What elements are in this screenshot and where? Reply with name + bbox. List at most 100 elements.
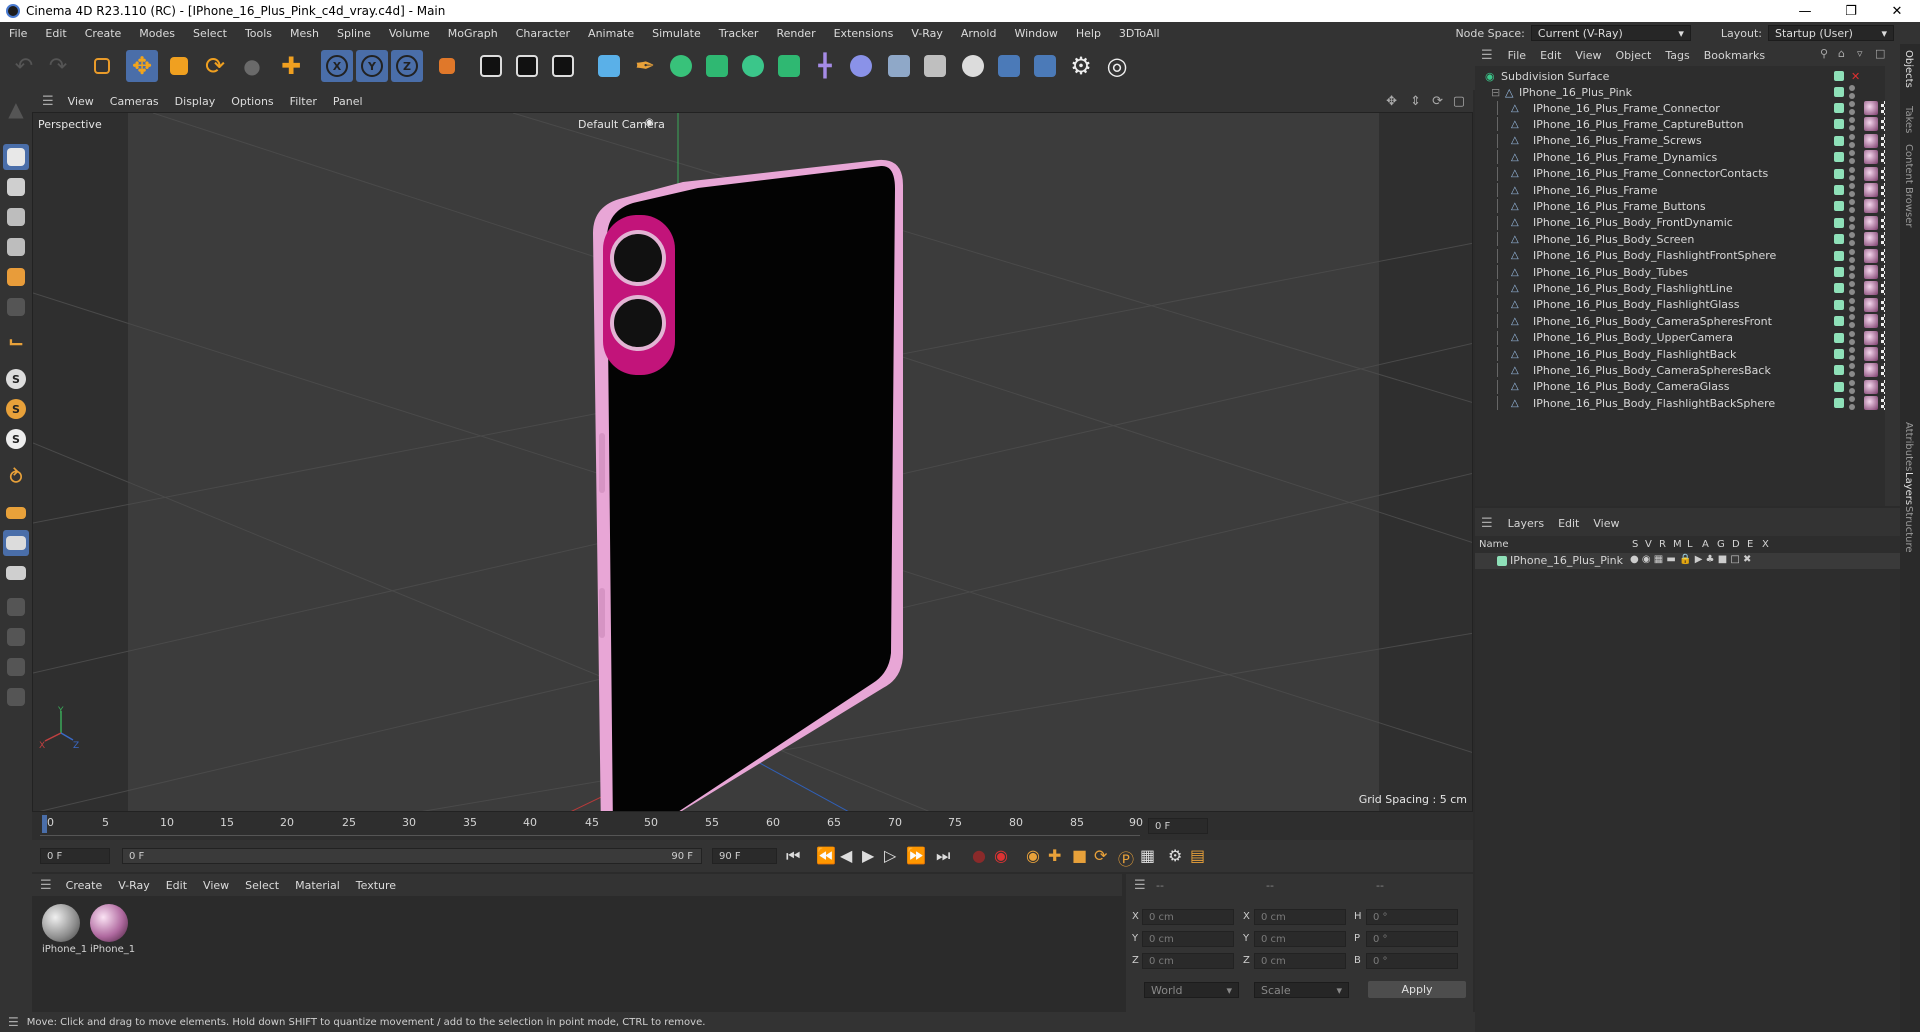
layer-flag-xref[interactable]: X (1762, 539, 1769, 550)
layer-color-swatch[interactable] (1834, 283, 1844, 294)
filter-icon[interactable]: ▿ (1857, 47, 1863, 60)
sculpt-grab-button[interactable] (3, 684, 29, 710)
timeline-window-icon[interactable]: ▤ (1190, 846, 1205, 865)
pen-spline-button[interactable]: ✒ (629, 50, 661, 82)
menu-render[interactable]: Render (767, 27, 824, 40)
transform-tool-button[interactable]: ✚ (275, 50, 307, 82)
layer-color-swatch[interactable] (1834, 332, 1844, 343)
cube-object-button[interactable] (593, 50, 625, 82)
menu-file[interactable]: File (0, 27, 36, 40)
texture-tag-icon[interactable] (1881, 363, 1885, 378)
redo-button[interactable]: ↷ (42, 50, 74, 82)
material-tag-icon[interactable] (1864, 363, 1878, 378)
menu-tools[interactable]: Tools (236, 27, 281, 40)
key-pla-icon[interactable]: ▦ (1140, 846, 1155, 865)
menu-mesh[interactable]: Mesh (281, 27, 328, 40)
viewport-menu-options[interactable]: Options (223, 95, 281, 108)
editor-visibility-dot[interactable] (1849, 347, 1855, 353)
coord-scale-select[interactable]: Scale ▾ (1254, 982, 1349, 998)
rotate-tool-button[interactable]: ⟳ (199, 50, 231, 82)
tab-structure[interactable]: Structure (1903, 506, 1914, 553)
layer-color-swatch[interactable] (1834, 119, 1844, 130)
end-frame-field[interactable]: 90 F (712, 848, 777, 864)
layer-flag-generators[interactable]: G (1717, 539, 1725, 550)
pos-y-field[interactable]: 0 cm (1142, 931, 1234, 947)
texture-tag-icon[interactable] (1881, 199, 1885, 214)
texture-tag-icon[interactable] (1881, 101, 1885, 115)
rot-h-field[interactable]: 0 ° (1366, 909, 1458, 925)
pos-z-field[interactable]: 0 cm (1142, 953, 1234, 969)
material-swatch[interactable]: iPhone_1 (90, 904, 135, 956)
tab-content-browser[interactable]: Content Browser (1903, 144, 1914, 227)
coordinate-system-button[interactable] (431, 50, 463, 82)
size-x-field[interactable]: 0 cm (1254, 909, 1346, 925)
edges-mode-button[interactable] (3, 234, 29, 260)
disable-x-icon[interactable]: ✕ (1851, 70, 1860, 83)
layer-color-swatch[interactable] (1834, 135, 1844, 146)
recent-tool-button[interactable]: ● (236, 50, 268, 82)
texture-tag-icon[interactable] (1881, 248, 1885, 263)
editor-visibility-dot[interactable] (1849, 281, 1855, 288)
paint-button[interactable] (3, 594, 29, 620)
maximize-button[interactable]: ❐ (1828, 0, 1874, 22)
tab-objects[interactable]: Objects (1903, 50, 1914, 88)
menu-arnold[interactable]: Arnold (952, 27, 1006, 40)
axis-mode-button[interactable]: ⌙ (3, 328, 29, 354)
floor-button[interactable] (883, 50, 915, 82)
layer-flag-animation[interactable]: A (1702, 539, 1709, 550)
editor-visibility-dot[interactable] (1849, 215, 1855, 222)
viewport-menu-panel[interactable]: Panel (325, 95, 371, 108)
dolly-icon[interactable]: ⇕ (1410, 94, 1421, 109)
uv-mode-button[interactable] (3, 294, 29, 320)
layer-color-swatch[interactable] (1497, 556, 1507, 566)
current-frame-field[interactable]: 0 F (1148, 818, 1208, 834)
key-parameter-icon[interactable]: Ⓟ (1118, 846, 1134, 870)
editor-visibility-dot[interactable] (1849, 314, 1855, 321)
z-axis-lock-button[interactable]: Z (391, 50, 423, 82)
python-script-button[interactable] (1029, 50, 1061, 82)
material-menu-select[interactable]: Select (237, 879, 287, 892)
render-settings-button[interactable] (547, 50, 579, 82)
layer-flag-locked[interactable]: L (1687, 539, 1693, 550)
layer-flag-render[interactable]: R (1659, 539, 1666, 550)
texture-tag-icon[interactable] (1881, 133, 1885, 148)
material-tag-icon[interactable] (1864, 183, 1878, 197)
material-tag-icon[interactable] (1864, 101, 1878, 115)
grid-button[interactable] (3, 530, 29, 556)
editor-visibility-dot[interactable] (1849, 101, 1855, 107)
layer-color-swatch[interactable] (1834, 201, 1844, 212)
material-tag-icon[interactable] (1864, 330, 1878, 345)
texture-tag-icon[interactable] (1881, 117, 1885, 132)
polygons-mode-button[interactable] (3, 264, 29, 290)
camera-button[interactable] (919, 50, 951, 82)
rot-p-field[interactable]: 0 ° (1366, 931, 1458, 947)
material-menu-edit[interactable]: Edit (158, 879, 195, 892)
layer-color-swatch[interactable] (1834, 217, 1844, 228)
layer-flag-solo[interactable]: S (1632, 539, 1638, 550)
texture-tag-icon[interactable] (1881, 396, 1885, 411)
snap-button[interactable]: S (3, 366, 29, 392)
minimize-button[interactable]: — (1782, 0, 1828, 22)
layer-flag-manager[interactable]: M (1673, 539, 1682, 550)
menu-extensions[interactable]: Extensions (825, 27, 903, 40)
layer-icons[interactable]: ● ◉ ▦ ▬ 🔒 ▶ ♣ ■ □ ✖ (1630, 554, 1751, 565)
menu-spline[interactable]: Spline (328, 27, 380, 40)
vray-settings-button[interactable]: ⚙ (1065, 50, 1097, 82)
maximize-view-icon[interactable]: ▢ (1453, 94, 1465, 109)
texture-tag-icon[interactable] (1881, 215, 1885, 230)
new-window-icon[interactable]: □ (1875, 47, 1885, 60)
collapse-icon[interactable]: ⊟ (1491, 86, 1500, 99)
material-tag-icon[interactable] (1864, 133, 1878, 148)
material-swatch[interactable]: iPhone_1 (42, 904, 87, 956)
start-frame-field[interactable]: 0 F (40, 848, 110, 864)
tab-attributes[interactable]: Attributes (1903, 422, 1914, 471)
texture-tag-icon[interactable] (1881, 379, 1885, 394)
close-button[interactable]: ✕ (1874, 0, 1920, 22)
texture-tag-icon[interactable] (1881, 183, 1885, 197)
menu-help[interactable]: Help (1067, 27, 1110, 40)
menu-animate[interactable]: Animate (579, 27, 643, 40)
editor-visibility-dot[interactable] (1849, 183, 1855, 189)
material-menu-texture[interactable]: Texture (348, 879, 404, 892)
magnet-button[interactable]: ⥁ (3, 464, 29, 490)
render-visibility-dot[interactable] (1849, 404, 1855, 411)
